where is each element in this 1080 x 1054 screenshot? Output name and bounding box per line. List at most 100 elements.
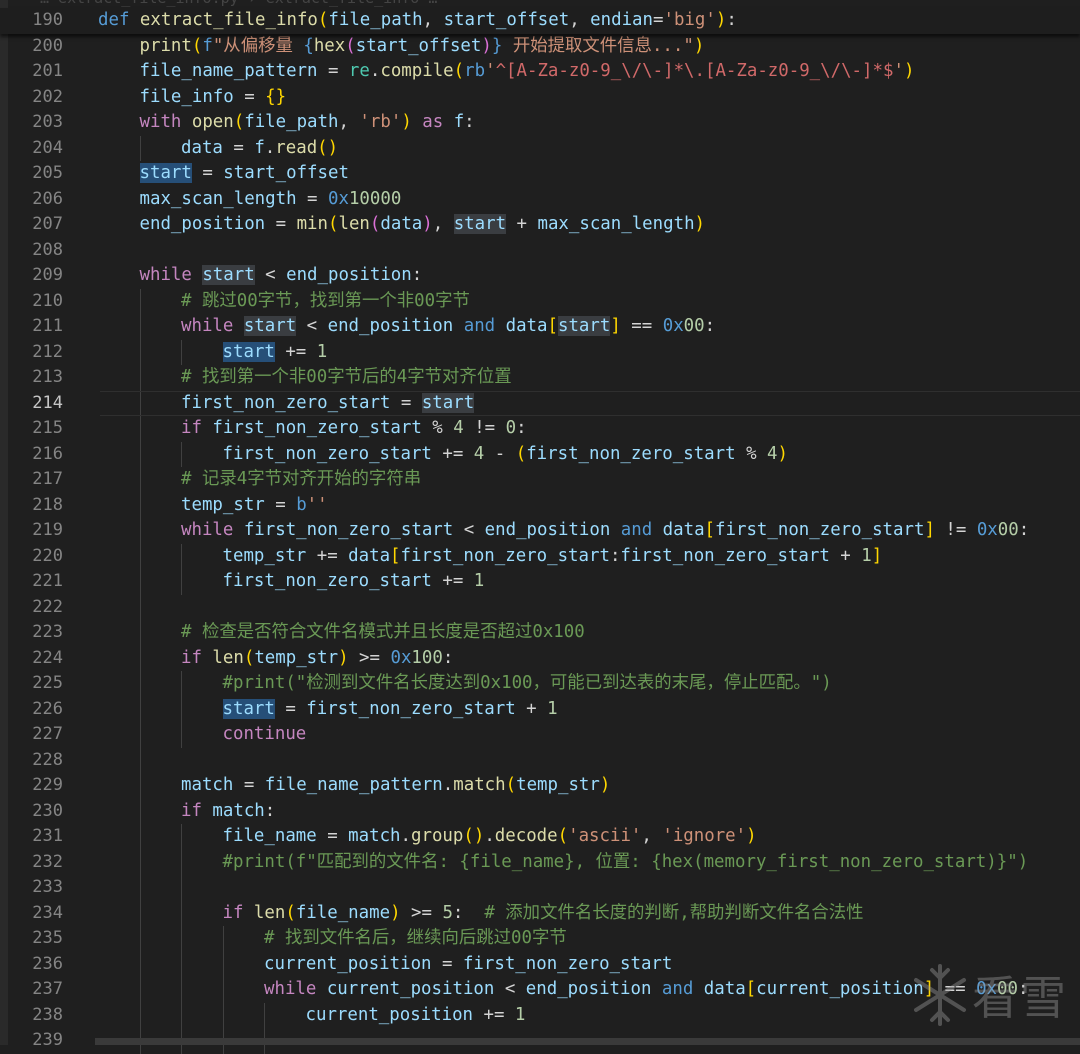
code-line[interactable]: 203 with open(file_path, 'rb') as f: [0, 110, 1080, 136]
code-text: start = first_non_zero_start + 1 [222, 697, 558, 723]
code-token: : [609, 545, 621, 566]
code-line[interactable]: 226 start = first_non_zero_start + 1 [0, 696, 1080, 723]
code-text: file_name = match.group().decode('ascii'… [223, 824, 757, 850]
code-token: 开始提取文件信息..." [502, 35, 694, 56]
code-line[interactable]: 224 if len(temp_str) >= 0x100: [0, 645, 1080, 671]
code-line[interactable]: 234 if len(file_name) >= 5: # 添加文件名长度的判断,… [0, 900, 1080, 927]
code-line[interactable]: 208 [0, 238, 1080, 264]
indent-guide [181, 849, 182, 875]
code-line[interactable]: 214 first_non_zero_start = start [0, 390, 1080, 416]
indent-guide [139, 569, 141, 595]
code-line[interactable]: 229 match = file_name_pattern.match(temp_… [0, 773, 1080, 799]
code-token: ( [345, 35, 356, 56]
indent-guide [181, 900, 182, 926]
code-token: < [254, 265, 287, 285]
code-line[interactable]: 218 temp_str = b'' [0, 492, 1080, 518]
code-token: b [296, 494, 307, 515]
code-text: current_position = first_non_zero_start [264, 952, 672, 978]
code-line[interactable]: 216 first_non_zero_start += 4 - (first_no… [0, 441, 1080, 467]
code-line[interactable]: 213 # 找到第一个非00字节后的4字节对齐位置 [0, 365, 1080, 391]
code-editor[interactable]: 190 def extract_file_info(file_path, star… [0, 8, 1080, 1054]
code-line[interactable]: 227 continue [0, 722, 1080, 748]
code-line[interactable]: 220 temp_str += data[first_non_zero_start… [0, 543, 1080, 569]
code-token: '' [306, 494, 328, 515]
code-token: data [181, 137, 223, 158]
code-line[interactable]: 235 # 找到文件名后，继续向后跳过00字节 [0, 926, 1080, 952]
code-line[interactable]: 233 [0, 875, 1080, 901]
line-number: 229 [32, 775, 63, 795]
code-token: first_non_zero_start [715, 520, 925, 540]
code-token: . [264, 137, 276, 158]
code-line[interactable]: 207 end_position = min(len(data), start +… [0, 212, 1080, 238]
code-line[interactable]: 201 file_name_pattern = re.compile(rb'^[A… [0, 59, 1080, 85]
indent-guide [222, 1002, 224, 1028]
code-text: if len(file_name) >= 5: # 添加文件名长度的判断,帮助判… [223, 901, 864, 927]
code-token: data [348, 545, 391, 566]
code-text: first_non_zero_start += 1 [223, 569, 485, 595]
indent-guide [139, 339, 141, 365]
line-number: 209 [32, 265, 63, 285]
code-token: current_position [756, 979, 924, 999]
code-line[interactable]: 231 file_name = match.group().decode('asc… [0, 824, 1080, 850]
indent-guide [181, 926, 182, 952]
code-line[interactable]: 225 #print("检测到文件名长度达到0x100，可能已到达表的末尾，停止匹… [0, 671, 1080, 697]
code-line[interactable]: 230 if match: [0, 798, 1080, 824]
line-number: 232 [32, 851, 63, 872]
indent-guide [139, 849, 141, 875]
code-line[interactable]: 205 start = start_offset [0, 161, 1080, 187]
snowflake-icon [914, 964, 966, 1026]
code-token: len [212, 647, 244, 668]
code-token: end_position [525, 979, 652, 999]
code-line[interactable]: 212 start += 1 [0, 339, 1080, 365]
code-token: () [317, 137, 339, 158]
code-text: continue [223, 722, 307, 748]
code-token: + [829, 545, 862, 566]
code-line[interactable]: 228 [0, 747, 1080, 773]
code-text: if first_non_zero_start % 4 != 0: [181, 416, 527, 442]
code-token: 4 [473, 443, 485, 464]
code-line[interactable]: 204 data = f.read() [0, 135, 1080, 161]
line-number: 223 [32, 622, 63, 642]
code-token: = [233, 86, 266, 107]
code-token: ) [599, 775, 611, 795]
line-number: 237 [32, 979, 63, 999]
code-token: # 记录4字节对齐开始的字符串 [181, 469, 422, 489]
code-token: temp_str [222, 545, 307, 566]
code-token: first_non_zero_start [526, 443, 736, 464]
line-number: 217 [32, 469, 63, 489]
code-token: = [652, 10, 664, 30]
line-number: 225 [32, 673, 63, 693]
code-line[interactable]: 222 [0, 594, 1080, 620]
code-line[interactable]: 211 while start < end_position and data[s… [0, 314, 1080, 340]
code-line[interactable]: 210 # 跳过00字节，找到第一个非00字节 [0, 288, 1080, 314]
code-token: ) [903, 61, 915, 81]
code-token: ] [924, 520, 935, 540]
code-token: match [453, 775, 506, 795]
code-line[interactable]: 200 print(f"从偏移量 {hex(start_offset)} 开始提取… [0, 34, 1080, 60]
code-line[interactable]: 221 first_non_zero_start += 1 [0, 569, 1080, 595]
code-line[interactable]: 217 # 记录4字节对齐开始的字符串 [0, 467, 1080, 493]
code-token: ( [243, 647, 255, 668]
code-token: 0x [390, 647, 412, 668]
code-token: first_non_zero_start [620, 545, 830, 566]
code-line[interactable]: 206 max_scan_length = 0x10000 [0, 187, 1080, 213]
code-line[interactable]: 232 #print(f"匹配到的文件名: {file_name}, 位置: {h… [0, 849, 1080, 875]
horizontal-scrollbar[interactable] [95, 1038, 1080, 1045]
code-token: 'rb' [359, 112, 402, 132]
code-line[interactable]: 215 if first_non_zero_start % 4 != 0: [0, 416, 1080, 442]
code-line[interactable]: 209 while start < end_position: [0, 263, 1080, 289]
code-token: : [704, 316, 716, 336]
code-token: temp_str [254, 647, 339, 668]
line-number: 203 [32, 112, 63, 132]
line-number: 219 [32, 520, 63, 540]
code-line[interactable]: 190 def extract_file_info(file_path, star… [0, 8, 1080, 34]
code-line[interactable]: 219 while first_non_zero_start < end_posi… [0, 518, 1080, 544]
code-line[interactable]: 223 # 检查是否符合文件名模式并且长度是否超过0x100 [0, 620, 1080, 646]
code-line[interactable]: 202 file_info = {} [0, 85, 1080, 111]
code-token: while [181, 316, 244, 336]
code-token: ) [777, 443, 788, 464]
code-token: end_position [484, 520, 611, 540]
code-token: start_offset [355, 35, 482, 56]
code-token: first_non_zero_start [222, 571, 432, 591]
code-token: = [264, 494, 297, 515]
